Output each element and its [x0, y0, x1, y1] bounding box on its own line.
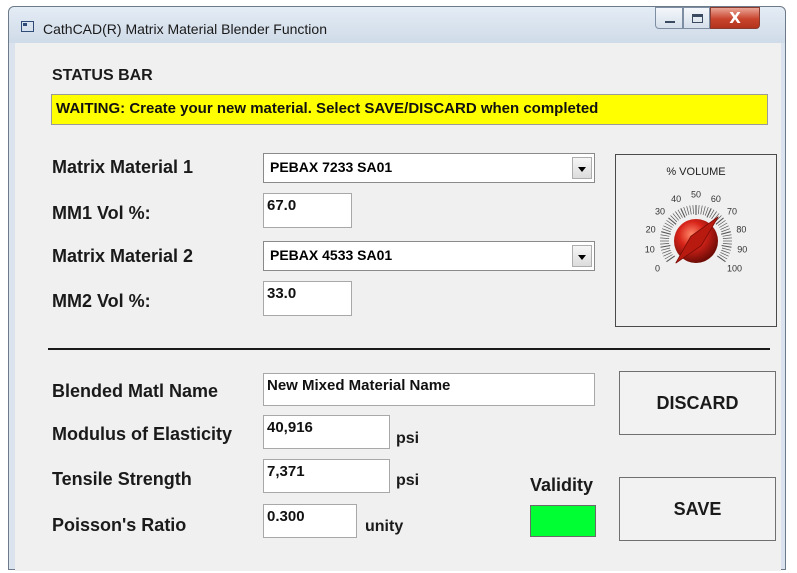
volume-dial-panel: % VOLUME 0 10 20 30 40 50 60 70 80 90 100	[615, 154, 777, 327]
form-client-area: STATUS BAR WAITING: Create your new mate…	[15, 43, 781, 571]
dial-tick	[660, 244, 671, 248]
mm2-vol-input[interactable]: 33.0	[263, 281, 352, 316]
dial-tick	[721, 249, 730, 254]
matrix-material-1-select[interactable]: PEBAX 7233 SA01	[263, 153, 595, 183]
discard-button[interactable]: DISCARD	[619, 371, 776, 435]
dial-tick-label: 30	[655, 206, 665, 216]
modulus-input[interactable]: 40,916	[263, 415, 390, 449]
dial-tick	[668, 217, 677, 225]
dial-tick-label: 70	[727, 206, 737, 216]
modulus-label: Modulus of Elasticity	[52, 424, 233, 444]
validity-indicator	[530, 505, 596, 537]
chevron-down-icon[interactable]	[572, 157, 592, 179]
dial-tick-label: 100	[727, 263, 742, 273]
dial-tick-label: 60	[711, 194, 721, 204]
tensile-unit: psi	[396, 472, 420, 489]
blended-name-input[interactable]: New Mixed Material Name	[263, 373, 595, 406]
dial-tick	[666, 255, 676, 263]
matrix-material-2-label: Matrix Material 2	[52, 246, 194, 266]
dial-tick	[660, 234, 670, 237]
dial-tick	[722, 234, 732, 237]
close-button[interactable]: X	[710, 7, 760, 29]
dial-tick	[686, 206, 690, 216]
app-icon	[21, 21, 34, 32]
dial-tick	[722, 237, 732, 239]
dial-tick	[698, 205, 700, 215]
dial-knob[interactable]	[674, 216, 719, 264]
minimize-icon	[665, 21, 675, 23]
dial-tick	[716, 255, 726, 263]
dial-tick	[689, 205, 692, 215]
maximize-icon	[692, 14, 703, 23]
dial-tick	[721, 247, 731, 251]
dial-tick	[662, 249, 671, 254]
dial-tick	[660, 243, 670, 245]
maximize-button[interactable]	[683, 7, 710, 29]
section-divider	[48, 348, 770, 350]
matrix-material-1-label: Matrix Material 1	[52, 157, 194, 177]
tensile-label: Tensile Strength	[52, 469, 192, 489]
dial-tick-label: 80	[736, 224, 746, 234]
app-window: CathCAD(R) Matrix Material Blender Funct…	[8, 6, 786, 571]
dial-tick-label: 10	[645, 245, 655, 255]
dial-tick-label: 0	[655, 263, 660, 273]
chevron-down-icon[interactable]	[572, 245, 592, 267]
validity-label: Validity	[530, 475, 594, 495]
dial-tick	[692, 205, 694, 215]
dial-tick	[721, 228, 730, 233]
dial-tick	[721, 244, 732, 248]
status-bar-heading: STATUS BAR	[52, 67, 153, 84]
dial-tick-label: 90	[737, 245, 747, 255]
poisson-label: Poisson's Ratio	[52, 515, 187, 535]
dial-tick	[722, 243, 732, 245]
matrix-material-2-select[interactable]: PEBAX 4533 SA01	[263, 241, 595, 271]
mm1-vol-label: MM1 Vol %:	[52, 203, 151, 223]
dial-tick	[662, 228, 671, 233]
poisson-unit: unity	[365, 518, 404, 535]
dial-tick	[702, 206, 706, 216]
mm2-vol-label: MM2 Vol %:	[52, 291, 151, 311]
save-button[interactable]: SAVE	[619, 477, 776, 541]
poisson-input[interactable]: 0.300	[263, 504, 357, 538]
tensile-input[interactable]: 7,371	[263, 459, 390, 493]
dial-tick-label: 50	[691, 190, 701, 200]
modulus-unit: psi	[396, 430, 420, 447]
mm1-vol-input[interactable]: 67.0	[263, 193, 352, 228]
dial-tick-label: 40	[671, 194, 681, 204]
blended-name-label: Blended Matl Name	[52, 381, 219, 401]
status-bar: WAITING: Create your new material. Selec…	[51, 94, 768, 125]
dial-tick	[661, 231, 672, 235]
dial-tick	[700, 205, 703, 215]
volume-dial[interactable]: % VOLUME 010 20 30 40 50 60 70 80 90 100	[616, 155, 776, 326]
dial-title: % VOLUME	[666, 166, 725, 178]
window-title: CathCAD(R) Matrix Material Blender Funct…	[43, 21, 327, 37]
dial-tick	[661, 247, 671, 251]
close-icon: X	[729, 9, 741, 27]
title-bar[interactable]: CathCAD(R) Matrix Material Blender Funct…	[9, 7, 785, 43]
dial-tick	[660, 237, 670, 239]
dial-tick-label: 20	[646, 224, 656, 234]
matrix-material-1-value: PEBAX 7233 SA01	[270, 159, 393, 175]
dial-tick	[720, 231, 731, 235]
minimize-button[interactable]	[655, 7, 683, 29]
matrix-material-2-value: PEBAX 4533 SA01	[270, 247, 393, 263]
